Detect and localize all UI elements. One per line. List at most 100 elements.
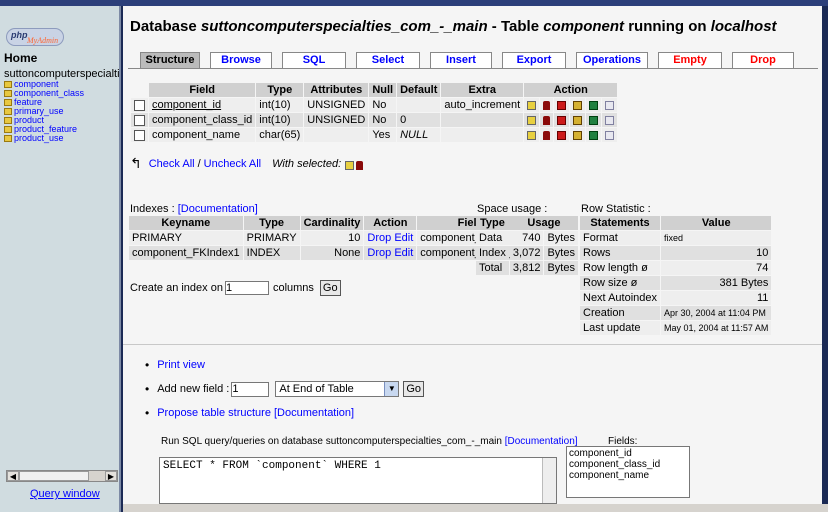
edit-icon[interactable] <box>527 100 537 110</box>
create-index-go-button[interactable]: Go <box>319 280 341 296</box>
table-row: Row size ø 381 Bytes <box>580 276 772 290</box>
index-icon[interactable] <box>573 115 583 125</box>
col-action: Action <box>524 83 618 97</box>
edit-index-link[interactable]: Edit <box>394 247 413 259</box>
space-usage-table: Type Usage Data 740 Bytes Index 3,072 Bytes … <box>475 215 579 276</box>
table-row: Rows 10 <box>580 246 772 260</box>
row-checkbox[interactable] <box>134 129 145 141</box>
uncheck-all-link[interactable]: Uncheck All <box>204 158 261 170</box>
index-icon[interactable] <box>573 100 583 110</box>
row-checkbox[interactable] <box>134 99 145 111</box>
add-field-count-input[interactable] <box>231 381 270 397</box>
primary-key-icon[interactable] <box>557 115 567 125</box>
phpmyadmin-logo[interactable]: php MyAdmin <box>6 28 64 46</box>
table-row: component_id int(10) UNSIGNED No auto_in… <box>131 98 618 112</box>
table-item-product-use[interactable]: product_use <box>4 134 119 143</box>
edit-icon[interactable] <box>527 130 537 140</box>
fulltext-icon[interactable] <box>605 115 615 125</box>
tab-sql[interactable]: SQL <box>282 52 346 68</box>
left-horizontal-scrollbar[interactable]: ◀ ▶ <box>6 470 118 482</box>
drop-icon[interactable] <box>356 161 364 170</box>
edit-index-link[interactable]: Edit <box>394 232 413 244</box>
tab-browse[interactable]: Browse <box>210 52 272 68</box>
query-window-link[interactable]: Query window <box>30 488 100 500</box>
chevron-down-icon: ▼ <box>384 382 399 396</box>
table-row: Row length ø 74 <box>580 261 772 275</box>
scroll-thumb[interactable] <box>19 471 89 481</box>
tab-insert[interactable]: Insert <box>430 52 492 68</box>
indexes-heading: Indexes : [Documentation] <box>130 203 258 215</box>
row-checkbox[interactable] <box>134 114 145 126</box>
field-name: component_class_id <box>149 113 256 127</box>
arrow-up-left-icon: ↰ <box>130 155 142 171</box>
edit-icon[interactable] <box>345 161 355 170</box>
unique-icon[interactable] <box>589 100 599 110</box>
row-statistic-table: Statements Value Format fixed Rows 10 Row … <box>579 215 772 336</box>
table-icon <box>4 126 12 133</box>
fulltext-icon[interactable] <box>605 100 615 110</box>
tab-export[interactable]: Export <box>502 52 566 68</box>
home-link[interactable]: Home <box>4 51 119 65</box>
edit-icon[interactable] <box>527 115 537 125</box>
tab-structure[interactable]: Structure <box>140 52 200 68</box>
table-actions-list: Print view Add new field : At End of Tab… <box>145 358 425 429</box>
table-icon <box>4 90 12 97</box>
print-view-link[interactable]: Print view <box>157 359 205 371</box>
tab-select[interactable]: Select <box>356 52 420 68</box>
navigation-frame: phpMyAdmin Home suttoncomputerspecialtie… <box>0 6 121 512</box>
tab-divider <box>128 68 818 69</box>
unique-icon[interactable] <box>589 130 599 140</box>
drop-icon[interactable] <box>543 130 551 140</box>
table-icon <box>4 99 12 106</box>
table-row: Index 3,072 Bytes <box>476 246 578 260</box>
page-title: Database suttoncomputerspecialties_com_-… <box>130 18 777 35</box>
index-columns-input[interactable] <box>224 281 269 295</box>
unique-icon[interactable] <box>589 115 599 125</box>
tab-empty[interactable]: Empty <box>658 52 722 68</box>
section-divider <box>123 344 822 345</box>
row-statistic-heading: Row Statistic : <box>581 203 651 215</box>
add-field-go-button[interactable]: Go <box>403 381 425 397</box>
col-extra: Extra <box>441 83 524 97</box>
table-row: Creation Apr 30, 2004 at 11:04 PM <box>580 306 772 320</box>
drop-icon[interactable] <box>543 100 551 110</box>
col-null: Null <box>369 83 397 97</box>
space-usage-heading: Space usage : <box>477 203 548 215</box>
field-name: component_name <box>149 128 256 142</box>
drop-icon[interactable] <box>543 115 551 125</box>
main-horizontal-scrollbar[interactable] <box>123 504 828 512</box>
tab-drop[interactable]: Drop <box>732 52 794 68</box>
fields-listbox[interactable]: component_id component_class_id componen… <box>566 446 690 498</box>
sql-query-textarea[interactable]: SELECT * FROM `component` WHERE 1 <box>159 457 557 504</box>
scroll-left-arrow-icon[interactable]: ◀ <box>7 471 19 481</box>
check-all-bar: ↰ Check All / Uncheck All With selected: <box>130 155 364 171</box>
table-row: component_FKIndex1 INDEX None Drop Edit … <box>129 246 524 260</box>
textarea-scrollbar[interactable] <box>542 458 556 503</box>
propose-structure-link[interactable]: Propose table structure <box>157 407 271 419</box>
col-type: Type <box>256 83 304 97</box>
table-icon <box>4 117 12 124</box>
sql-query-heading: Run SQL query/queries on database sutton… <box>161 436 578 447</box>
propose-doc-link[interactable]: [Documentation] <box>274 407 354 419</box>
field-position-select[interactable]: At End of Table ▼ <box>275 381 400 397</box>
drop-index-link[interactable]: Drop <box>367 232 391 244</box>
list-item[interactable]: component_id <box>569 448 687 459</box>
col-attributes: Attributes <box>304 83 369 97</box>
field-name: component_id <box>149 98 256 112</box>
indexes-doc-link[interactable]: [Documentation] <box>178 203 258 215</box>
list-item[interactable]: component_class_id <box>569 459 687 470</box>
scroll-right-arrow-icon[interactable]: ▶ <box>105 471 117 481</box>
check-all-link[interactable]: Check All <box>149 158 195 170</box>
tab-operations[interactable]: Operations <box>576 52 648 68</box>
primary-key-icon[interactable] <box>557 100 567 110</box>
table-list: component component_class feature primar… <box>4 80 119 143</box>
tab-bar: Structure Browse SQL Select Insert Expor… <box>140 52 804 68</box>
index-icon[interactable] <box>573 130 583 140</box>
table-row: Format fixed <box>580 231 772 245</box>
primary-key-icon[interactable] <box>557 130 567 140</box>
drop-index-link[interactable]: Drop <box>367 247 391 259</box>
fulltext-icon[interactable] <box>605 130 615 140</box>
main-vertical-scrollbar[interactable] <box>822 6 828 512</box>
fields-table: Field Type Attributes Null Default Extra… <box>130 82 618 143</box>
list-item[interactable]: component_name <box>569 470 687 481</box>
